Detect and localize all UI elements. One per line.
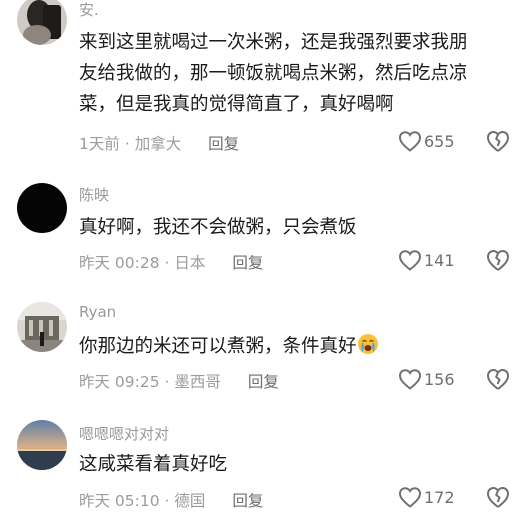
dislike-button[interactable] [485,129,511,153]
comment-text-line: 友给我做的，那一顿饭就喝点米粥，然后吃点凉 [79,63,468,84]
username[interactable]: 安. [79,0,99,20]
meta-separator: · [164,373,170,391]
heart-outline-icon [398,487,422,508]
avatar-photo [17,302,67,352]
like-count: 156 [424,369,455,389]
broken-heart-icon [487,487,509,508]
comment-meta: 昨天 00:28 · 日本 回复 [79,251,263,273]
comment-text-line: 真好啊，我还不会做粥，只会煮饭 [79,217,357,238]
crying-face-emoji [357,334,378,354]
comment-meta: 昨天 09:25 · 墨西哥 回复 [79,370,279,392]
comment-location: 墨西哥 [174,373,221,391]
reply-button[interactable]: 回复 [248,373,279,391]
comment-time: 昨天 05:10 [79,492,160,510]
comment-text: 真好啊，我还不会做粥，只会煮饭 [79,212,509,243]
like-count: 655 [424,131,455,151]
heart-outline-icon [398,131,422,152]
like-button[interactable]: 172 [398,486,455,508]
meta-separator: · [124,135,130,153]
username[interactable]: 嗯嗯嗯对对对 [79,423,169,444]
username[interactable]: Ryan [79,303,116,321]
avatar[interactable] [17,302,67,352]
like-button[interactable]: 141 [398,249,455,271]
comment-text: 你那边的米还可以煮粥，条件真好 [79,331,509,362]
dislike-button[interactable] [485,485,511,509]
comment-text: 这咸菜看着真好吃 [79,449,509,480]
avatar[interactable] [17,420,67,470]
avatar[interactable] [17,183,67,233]
avatar[interactable] [17,0,67,45]
broken-heart-icon [487,131,509,152]
reply-button[interactable]: 回复 [208,135,239,153]
heart-outline-icon [398,369,422,390]
comment-text-line: 来到这里就喝过一次米粥，还是我强烈要求我朋 [79,32,468,53]
username[interactable]: 陈映 [79,184,109,205]
comment-meta: 1天前 · 加拿大 回复 [79,132,239,154]
avatar-photo [17,420,67,470]
like-button[interactable]: 156 [398,368,455,390]
comment-location: 日本 [174,254,206,272]
comment-text: 来到这里就喝过一次米粥，还是我强烈要求我朋 友给我做的，那一顿饭就喝点米粥，然后… [79,27,509,120]
comment-text-body: 你那边的米还可以煮粥，条件真好 [79,336,357,357]
avatar-photo [17,0,67,45]
broken-heart-icon [487,250,509,271]
comment-time: 昨天 00:28 [79,254,160,272]
avatar-photo [17,183,67,233]
comment-location: 加拿大 [134,135,182,153]
like-count: 172 [424,487,455,507]
comment-location: 德国 [174,492,206,510]
dislike-button[interactable] [485,367,511,391]
dislike-button[interactable] [485,248,511,272]
comment-meta: 昨天 05:10 · 德国 回复 [79,489,263,511]
broken-heart-icon [487,369,509,390]
comment-time: 昨天 09:25 [79,373,160,391]
heart-outline-icon [398,250,422,271]
comment-text-line: 你那边的米还可以煮粥，条件真好 [79,331,509,362]
comment-text-line: 菜，但是我真的觉得简直了，真好喝啊 [79,94,394,115]
meta-separator: · [164,254,170,272]
like-button[interactable]: 655 [398,130,455,152]
like-count: 141 [424,250,455,270]
comment-text-line: 这咸菜看着真好吃 [79,454,228,475]
comment-time: 1天前 [79,135,120,153]
meta-separator: · [164,492,170,510]
reply-button[interactable]: 回复 [232,254,263,272]
comment-list: 安. 来到这里就喝过一次米粥，还是我强烈要求我朋 友给我做的，那一顿饭就喝点米粥… [0,0,523,510]
reply-button[interactable]: 回复 [232,492,263,510]
